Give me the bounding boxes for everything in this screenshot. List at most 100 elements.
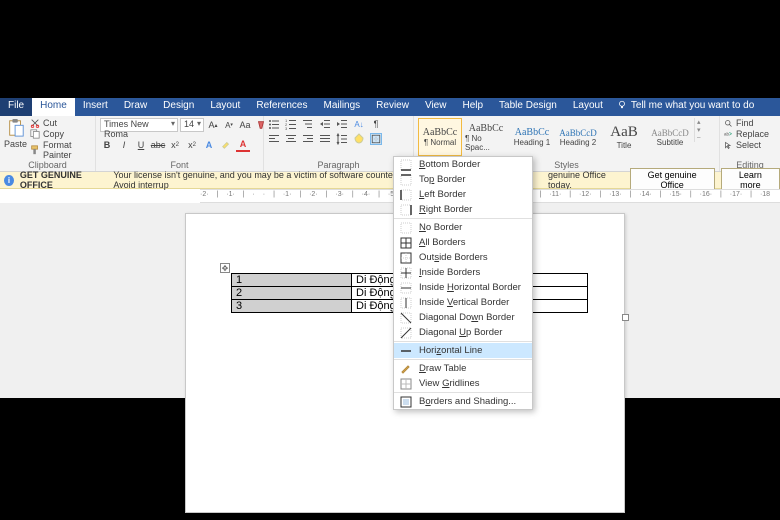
format-painter-button[interactable]: Format Painter (30, 140, 91, 160)
tab-file[interactable]: File (0, 98, 32, 116)
group-font: Times New Roma 14 A▴ A▾ Aa B I U abc x2 … (96, 116, 264, 171)
border-outside[interactable]: Outside Borders (394, 250, 532, 265)
paste-icon (7, 118, 25, 138)
tab-layout[interactable]: Layout (202, 98, 248, 116)
superscript-button[interactable]: x2 (185, 138, 199, 152)
cell[interactable]: 2 (232, 287, 352, 300)
style-normal[interactable]: AaBbCc¶ Normal (418, 118, 462, 156)
strikethrough-button[interactable]: abc (151, 138, 165, 152)
font-size-select[interactable]: 14 (180, 118, 204, 132)
draw-table[interactable]: Draw Table (394, 361, 532, 376)
subscript-button[interactable]: x2 (168, 138, 182, 152)
borders-and-shading[interactable]: Borders and Shading... (394, 394, 532, 409)
border-inside-vertical[interactable]: Inside Vertical Border (394, 295, 532, 310)
tab-references[interactable]: References (248, 98, 315, 116)
horizontal-line[interactable]: Horizontal Line (394, 343, 532, 358)
border-none[interactable]: No Border (394, 220, 532, 235)
borders-button[interactable] (370, 133, 382, 145)
style-heading2[interactable]: AaBbCcDHeading 2 (556, 118, 600, 156)
style-heading1[interactable]: AaBbCcHeading 1 (510, 118, 554, 156)
align-center-button[interactable] (285, 133, 297, 145)
show-marks-button[interactable]: ¶ (370, 118, 382, 130)
tab-help[interactable]: Help (454, 98, 491, 116)
justify-button[interactable] (319, 133, 331, 145)
border-inside-horizontal[interactable]: Inside Horizontal Border (394, 280, 532, 295)
border-bottom[interactable]: BBottom Borderottom Border (394, 157, 532, 172)
shrink-font-button[interactable]: A▾ (222, 118, 236, 132)
format-painter-icon (30, 145, 40, 155)
align-right-button[interactable] (302, 133, 314, 145)
style-subtitle[interactable]: AaBbCcDSubtitle (648, 118, 692, 156)
paste-button[interactable]: Paste (4, 118, 27, 149)
tab-draw[interactable]: Draw (116, 98, 155, 116)
font-color-button[interactable]: A (236, 138, 250, 152)
bullets-button[interactable] (268, 118, 280, 130)
cell[interactable]: 3 (232, 300, 352, 313)
table-move-handle[interactable]: ✥ (220, 263, 230, 273)
styles-up[interactable]: ▴ (697, 118, 701, 126)
tab-layout2[interactable]: Layout (565, 98, 611, 116)
grow-font-button[interactable]: A▴ (206, 118, 220, 132)
replace-label: Replace (736, 129, 769, 139)
border-right[interactable]: Right Border (394, 202, 532, 217)
styles-down[interactable]: ▾ (697, 126, 701, 134)
cell[interactable]: 1 (232, 274, 352, 287)
border-top[interactable]: Top Border (394, 172, 532, 187)
tab-insert[interactable]: Insert (75, 98, 116, 116)
cut-label: Cut (43, 118, 57, 128)
highlight-button[interactable] (219, 138, 233, 152)
tab-mailings[interactable]: Mailings (315, 98, 368, 116)
border-diagonal-down[interactable]: Diagonal Down Border (394, 310, 532, 325)
shading-icon (353, 133, 365, 145)
border-all[interactable]: All Borders (394, 235, 532, 250)
style-name: Heading 1 (514, 138, 550, 147)
italic-button[interactable]: I (117, 138, 131, 152)
sort-button[interactable]: A↓ (353, 118, 365, 130)
change-case-button[interactable]: Aa (238, 118, 252, 132)
tab-view[interactable]: View (417, 98, 455, 116)
styles-more[interactable]: ⎯ (697, 134, 701, 142)
font-name-select[interactable]: Times New Roma (100, 118, 178, 132)
lightbulb-icon (617, 100, 627, 110)
cut-button[interactable]: Cut (30, 118, 91, 128)
border-none-icon (400, 222, 412, 234)
line-spacing-button[interactable] (336, 133, 348, 145)
view-gridlines[interactable]: View Gridlines (394, 376, 532, 391)
border-diag-up-icon (400, 327, 412, 339)
border-bottom-icon (400, 159, 412, 171)
style-name: Title (617, 141, 632, 150)
text-effects-button[interactable]: A (202, 138, 216, 152)
tab-design[interactable]: Design (155, 98, 202, 116)
border-left[interactable]: Left Border (394, 187, 532, 202)
numbering-button[interactable]: 123 (285, 118, 297, 130)
select-button[interactable]: Select (724, 140, 761, 150)
copy-label: Copy (43, 129, 64, 139)
bold-button[interactable]: B (100, 138, 114, 152)
find-button[interactable]: Find (724, 118, 754, 128)
select-label: Select (736, 140, 761, 150)
decrease-indent-button[interactable] (319, 118, 331, 130)
multilevel-button[interactable] (302, 118, 314, 130)
border-inside[interactable]: Inside Borders (394, 265, 532, 280)
ribbon: Paste Cut Copy Format Painter Clipboard … (0, 116, 780, 172)
style-nospacing[interactable]: AaBbCc¶ No Spac... (464, 118, 508, 156)
replace-button[interactable]: abReplace (724, 129, 769, 139)
tab-table-design[interactable]: Table Design (491, 98, 565, 116)
align-left-button[interactable] (268, 133, 280, 145)
tab-review[interactable]: Review (368, 98, 417, 116)
tell-me[interactable]: Tell me what you want to do (611, 98, 760, 116)
underline-button[interactable]: U (134, 138, 148, 152)
format-painter-label: Format Painter (43, 140, 91, 160)
style-prev: AaBbCc (469, 123, 503, 134)
border-diagonal-up[interactable]: Diagonal Up Border (394, 325, 532, 340)
table-resize-handle[interactable] (622, 314, 629, 321)
style-title[interactable]: AaBTitle (602, 118, 646, 156)
style-name: ¶ Normal (424, 138, 456, 147)
increase-indent-button[interactable] (336, 118, 348, 130)
border-outside-icon (400, 252, 412, 264)
shading-button[interactable] (353, 133, 365, 145)
multilevel-icon (302, 118, 314, 130)
style-prev: AaBbCcD (651, 128, 689, 138)
tab-home[interactable]: Home (32, 98, 75, 116)
copy-button[interactable]: Copy (30, 129, 91, 139)
